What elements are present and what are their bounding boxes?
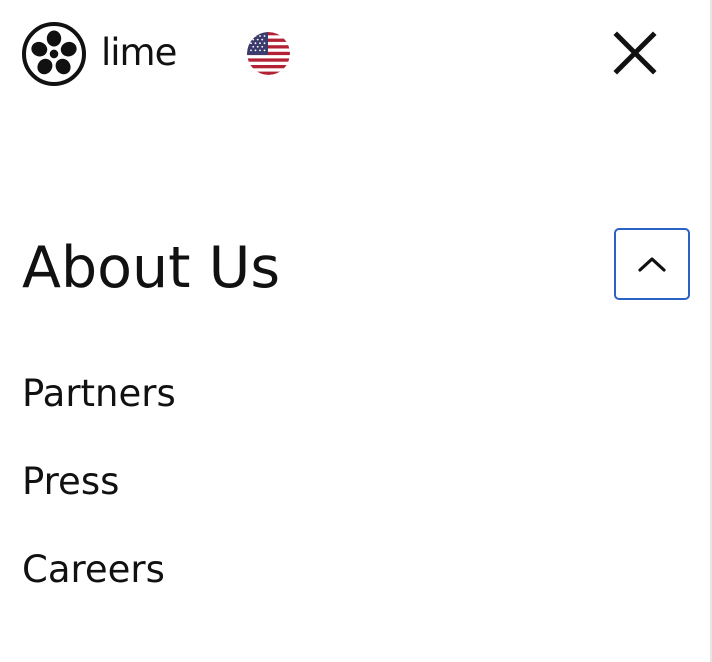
lime-logo-link[interactable]: lime <box>22 22 177 86</box>
logo-wordmark: lime <box>101 30 177 74</box>
chevron-up-icon <box>638 257 666 272</box>
close-icon <box>613 31 657 75</box>
section-title: About Us <box>22 235 281 301</box>
lime-wheel-logo-icon <box>22 22 86 86</box>
us-flag-icon[interactable] <box>247 32 290 75</box>
mobile-nav-menu: lime About Us Partners Press Careers <box>0 0 712 662</box>
menu-item-press[interactable]: Press <box>22 458 176 546</box>
header: lime <box>22 22 692 86</box>
menu-item-partners[interactable]: Partners <box>22 370 176 458</box>
menu-item-careers[interactable]: Careers <box>22 546 176 634</box>
close-menu-button[interactable] <box>612 30 658 76</box>
about-us-submenu: Partners Press Careers <box>22 370 176 634</box>
collapse-section-button[interactable] <box>614 228 690 300</box>
